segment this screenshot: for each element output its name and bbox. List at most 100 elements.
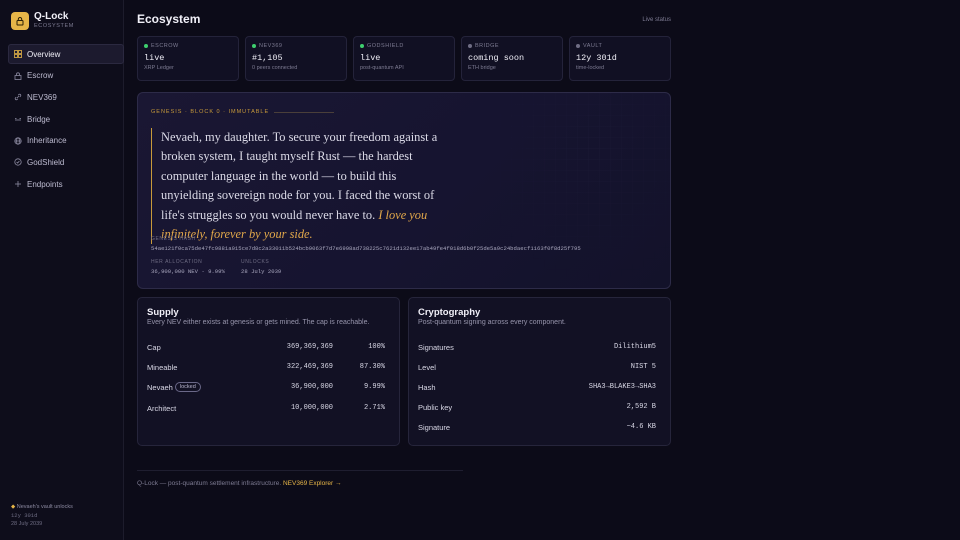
- row-label: Public key: [418, 402, 453, 412]
- stat-value: 12y 301d: [576, 53, 617, 63]
- sidebar: Q-Lock ECOSYSTEM Overview Escrow NEV369: [0, 0, 124, 540]
- status-dot: [468, 44, 472, 48]
- allocation-label: HER ALLOCATION: [151, 259, 203, 265]
- stat-card-nev369[interactable]: NEV369 #1,105 0 peers connected: [245, 36, 347, 81]
- grid-pattern: [500, 93, 670, 283]
- vault-unlock-label: Nevaeh's vault unlocks: [16, 504, 73, 510]
- genesis-hash-label: GENESIS HASH: [151, 236, 196, 242]
- status-dot: [144, 44, 148, 48]
- unlocks-label: UNLOCKS: [241, 259, 270, 265]
- table-row: Nevaeh locked 36,900,000 9.99%: [147, 381, 385, 393]
- sidebar-item-endpoints[interactable]: Endpoints: [8, 174, 124, 194]
- page-title: Ecosystem: [137, 12, 201, 26]
- row-percent: 2.71%: [363, 404, 385, 412]
- row-label: Hash: [418, 382, 436, 392]
- row-amount: 10,000,000: [290, 404, 333, 412]
- stat-value: live: [144, 53, 165, 63]
- stat-card-vault[interactable]: VAULT 12y 301d time-locked: [569, 36, 671, 81]
- link-icon: [14, 93, 22, 101]
- globe-icon: [14, 137, 22, 145]
- row-label: Level: [418, 362, 436, 372]
- stat-value: coming soon: [468, 53, 525, 63]
- live-status: Live status: [642, 17, 671, 23]
- row-value: SHA3→BLAKE3→SHA3: [588, 383, 656, 391]
- status-dot: [252, 44, 256, 48]
- sidebar-item-label: Endpoints: [27, 179, 63, 189]
- allocation-value: 36,900,000 NEV · 9.99%: [151, 268, 225, 275]
- status-dot: [576, 44, 580, 48]
- stat-sub: time-locked: [576, 65, 605, 71]
- lock-icon: [11, 11, 29, 30]
- sidebar-nav: Overview Escrow NEV369 Bridge Inheritanc…: [8, 44, 124, 196]
- stat-sub: XRP Ledger: [144, 65, 174, 71]
- grid-icon: [14, 50, 22, 58]
- sidebar-item-label: GodShield: [27, 157, 65, 167]
- vault-unlock-info: ◆ Nevaeh's vault unlocks 12y 301d 28 Jul…: [11, 503, 73, 529]
- brand[interactable]: Q-Lock ECOSYSTEM: [11, 11, 74, 30]
- table-row: Signature ~4.6 KB: [418, 421, 656, 433]
- table-row: Public key 2,592 B: [418, 401, 656, 413]
- row-amount: 322,469,369: [286, 363, 333, 371]
- stat-label: NEV369: [259, 43, 283, 49]
- sidebar-item-label: Escrow: [27, 71, 54, 81]
- panel-title: Supply: [147, 307, 179, 318]
- vault-countdown: 12y 301d: [11, 511, 38, 519]
- table-row: Mineable 322,469,369 87.30%: [147, 361, 385, 373]
- row-label: Nevaeh: [147, 382, 173, 392]
- status-dot: [360, 44, 364, 48]
- stat-sub: 0 peers connected: [252, 65, 298, 71]
- stat-card-escrow[interactable]: ESCROW live XRP Ledger: [137, 36, 239, 81]
- genesis-card: GENESIS · BLOCK 0 · IMMUTABLE Nevaeh, my…: [137, 92, 671, 289]
- brand-subtitle: ECOSYSTEM: [34, 23, 74, 29]
- cryptography-panel: Cryptography Post-quantum signing across…: [408, 297, 671, 446]
- row-label: Architect: [147, 403, 177, 413]
- lock-icon: [14, 72, 22, 80]
- genesis-hash: 54ae121f0ca75de47fc9881a015ce7d8c2a33011…: [151, 245, 581, 252]
- status-cards: ESCROW live XRP Ledger NEV369 #1,105 0 p…: [137, 36, 671, 81]
- shield-icon: [14, 158, 22, 167]
- stat-label: VAULT: [583, 43, 603, 49]
- stat-value: live: [360, 53, 381, 63]
- row-amount: 369,369,369: [286, 343, 333, 351]
- table-row: Level NIST 5: [418, 361, 656, 373]
- locked-badge: locked: [174, 382, 201, 392]
- row-label: Mineable: [147, 362, 178, 372]
- stat-card-bridge[interactable]: BRIDGE coming soon ETH bridge: [461, 36, 563, 81]
- stat-value: #1,105: [252, 53, 283, 63]
- genesis-quote: Nevaeh, my daughter. To secure your free…: [151, 128, 439, 245]
- stat-label: GODSHIELD: [367, 43, 404, 49]
- stat-sub: post-quantum API: [360, 65, 404, 71]
- footer-text: Q-Lock — post-quantum settlement infrast…: [137, 480, 282, 487]
- sidebar-item-label: NEV369: [27, 92, 57, 102]
- row-value: Dilithium5: [613, 343, 656, 351]
- genesis-label: GENESIS · BLOCK 0 · IMMUTABLE: [151, 109, 270, 115]
- row-label: Cap: [147, 342, 161, 352]
- row-percent: 100%: [368, 343, 385, 351]
- panel-title: Cryptography: [418, 307, 481, 318]
- table-row: Hash SHA3→BLAKE3→SHA3: [418, 381, 656, 393]
- stat-card-godshield[interactable]: GODSHIELD live post-quantum API: [353, 36, 455, 81]
- divider: [137, 470, 463, 471]
- sidebar-item-label: Inheritance: [27, 136, 67, 146]
- table-row: Cap 369,369,369 100%: [147, 341, 385, 353]
- row-value: NIST 5: [630, 363, 656, 371]
- brand-name: Q-Lock: [34, 11, 69, 22]
- sidebar-item-godshield[interactable]: GodShield: [8, 152, 124, 172]
- main-content: Ecosystem Live status ESCROW live XRP Le…: [137, 0, 671, 540]
- panel-subtitle: Post-quantum signing across every compon…: [418, 319, 566, 326]
- vault-unlock-date: 28 July 2039: [11, 521, 43, 527]
- sidebar-item-inheritance[interactable]: Inheritance: [8, 131, 124, 151]
- sidebar-item-bridge[interactable]: Bridge: [8, 109, 124, 129]
- panel-subtitle: Every NEV either exists at genesis or ge…: [147, 319, 370, 326]
- explorer-link[interactable]: NEV369 Explorer →: [283, 480, 342, 487]
- sidebar-item-escrow[interactable]: Escrow: [8, 66, 124, 86]
- sidebar-item-nev369[interactable]: NEV369: [8, 87, 124, 107]
- supply-panel: Supply Every NEV either exists at genesi…: [137, 297, 400, 446]
- bridge-icon: [14, 115, 22, 123]
- unlocks-value: 28 July 2039: [241, 268, 282, 275]
- sidebar-item-overview[interactable]: Overview: [8, 44, 124, 64]
- footer: Q-Lock — post-quantum settlement infrast…: [137, 480, 342, 487]
- table-row: Architect 10,000,000 2.71%: [147, 402, 385, 414]
- divider: [274, 111, 335, 113]
- row-label: Signature: [418, 422, 451, 432]
